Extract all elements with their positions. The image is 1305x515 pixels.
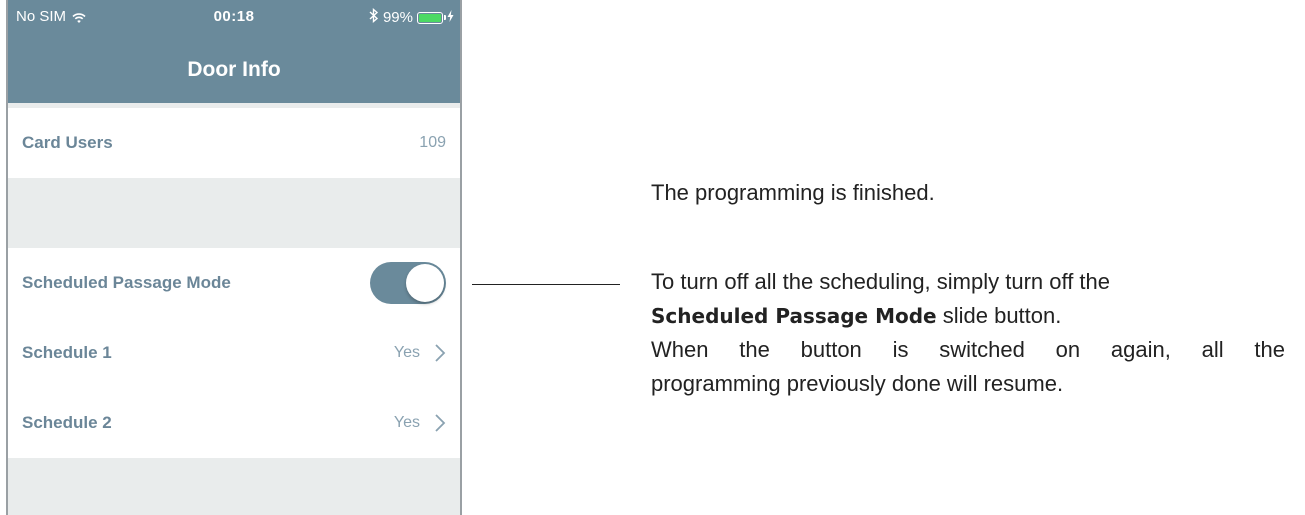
chevron-right-icon [434,343,446,363]
schedule-1-value: Yes [393,344,420,361]
scheduled-passage-mode-term: Scheduled Passage Mode [651,304,937,328]
bluetooth-icon [369,7,379,27]
chevron-right-icon [434,413,446,433]
status-right: 99% [369,7,454,27]
phone-screen: No SIM 00:18 99% Door Info Card Users 10… [6,0,462,515]
instruction-line-4: programming previously done will resume. [651,371,1064,396]
status-bar: No SIM 00:18 99% [8,0,460,32]
instruction-line-2: Scheduled Passage Mode slide button. [651,299,1285,333]
schedule-2-value: Yes [393,414,420,431]
page: No SIM 00:18 99% Door Info Card Users 10… [0,0,1305,515]
programming-finished-text: The programming is finished. [651,180,935,205]
scheduled-passage-mode-row: Scheduled Passage Mode [8,248,460,318]
toggle-knob [406,264,444,302]
card-users-row: Card Users 109 [8,108,460,178]
instruction-line-3: When the button is switched on again, al… [651,337,1285,362]
schedule-2-label: Schedule 2 [22,413,112,432]
schedule-1-label: Schedule 1 [22,343,112,362]
schedule-1-row[interactable]: Schedule 1 Yes [8,318,460,388]
navigation-bar: No SIM 00:18 99% Door Info [8,0,460,103]
battery-icon [417,11,446,24]
callout-connector-line [472,284,620,285]
instruction-line-1: To turn off all the scheduling, simply t… [651,269,1111,294]
callout-instructions: To turn off all the scheduling, simply t… [651,265,1285,401]
charging-icon [447,9,454,26]
scheduled-passage-mode-label: Scheduled Passage Mode [22,273,231,292]
card-users-count: 109 [419,134,446,151]
instruction-line-2-rest: slide button. [936,303,1062,328]
page-title: Door Info [187,58,281,81]
schedule-2-row[interactable]: Schedule 2 Yes [8,388,460,458]
scheduled-passage-mode-toggle[interactable] [370,262,446,304]
card-users-label: Card Users [22,133,113,152]
battery-percent: 99% [382,9,413,26]
